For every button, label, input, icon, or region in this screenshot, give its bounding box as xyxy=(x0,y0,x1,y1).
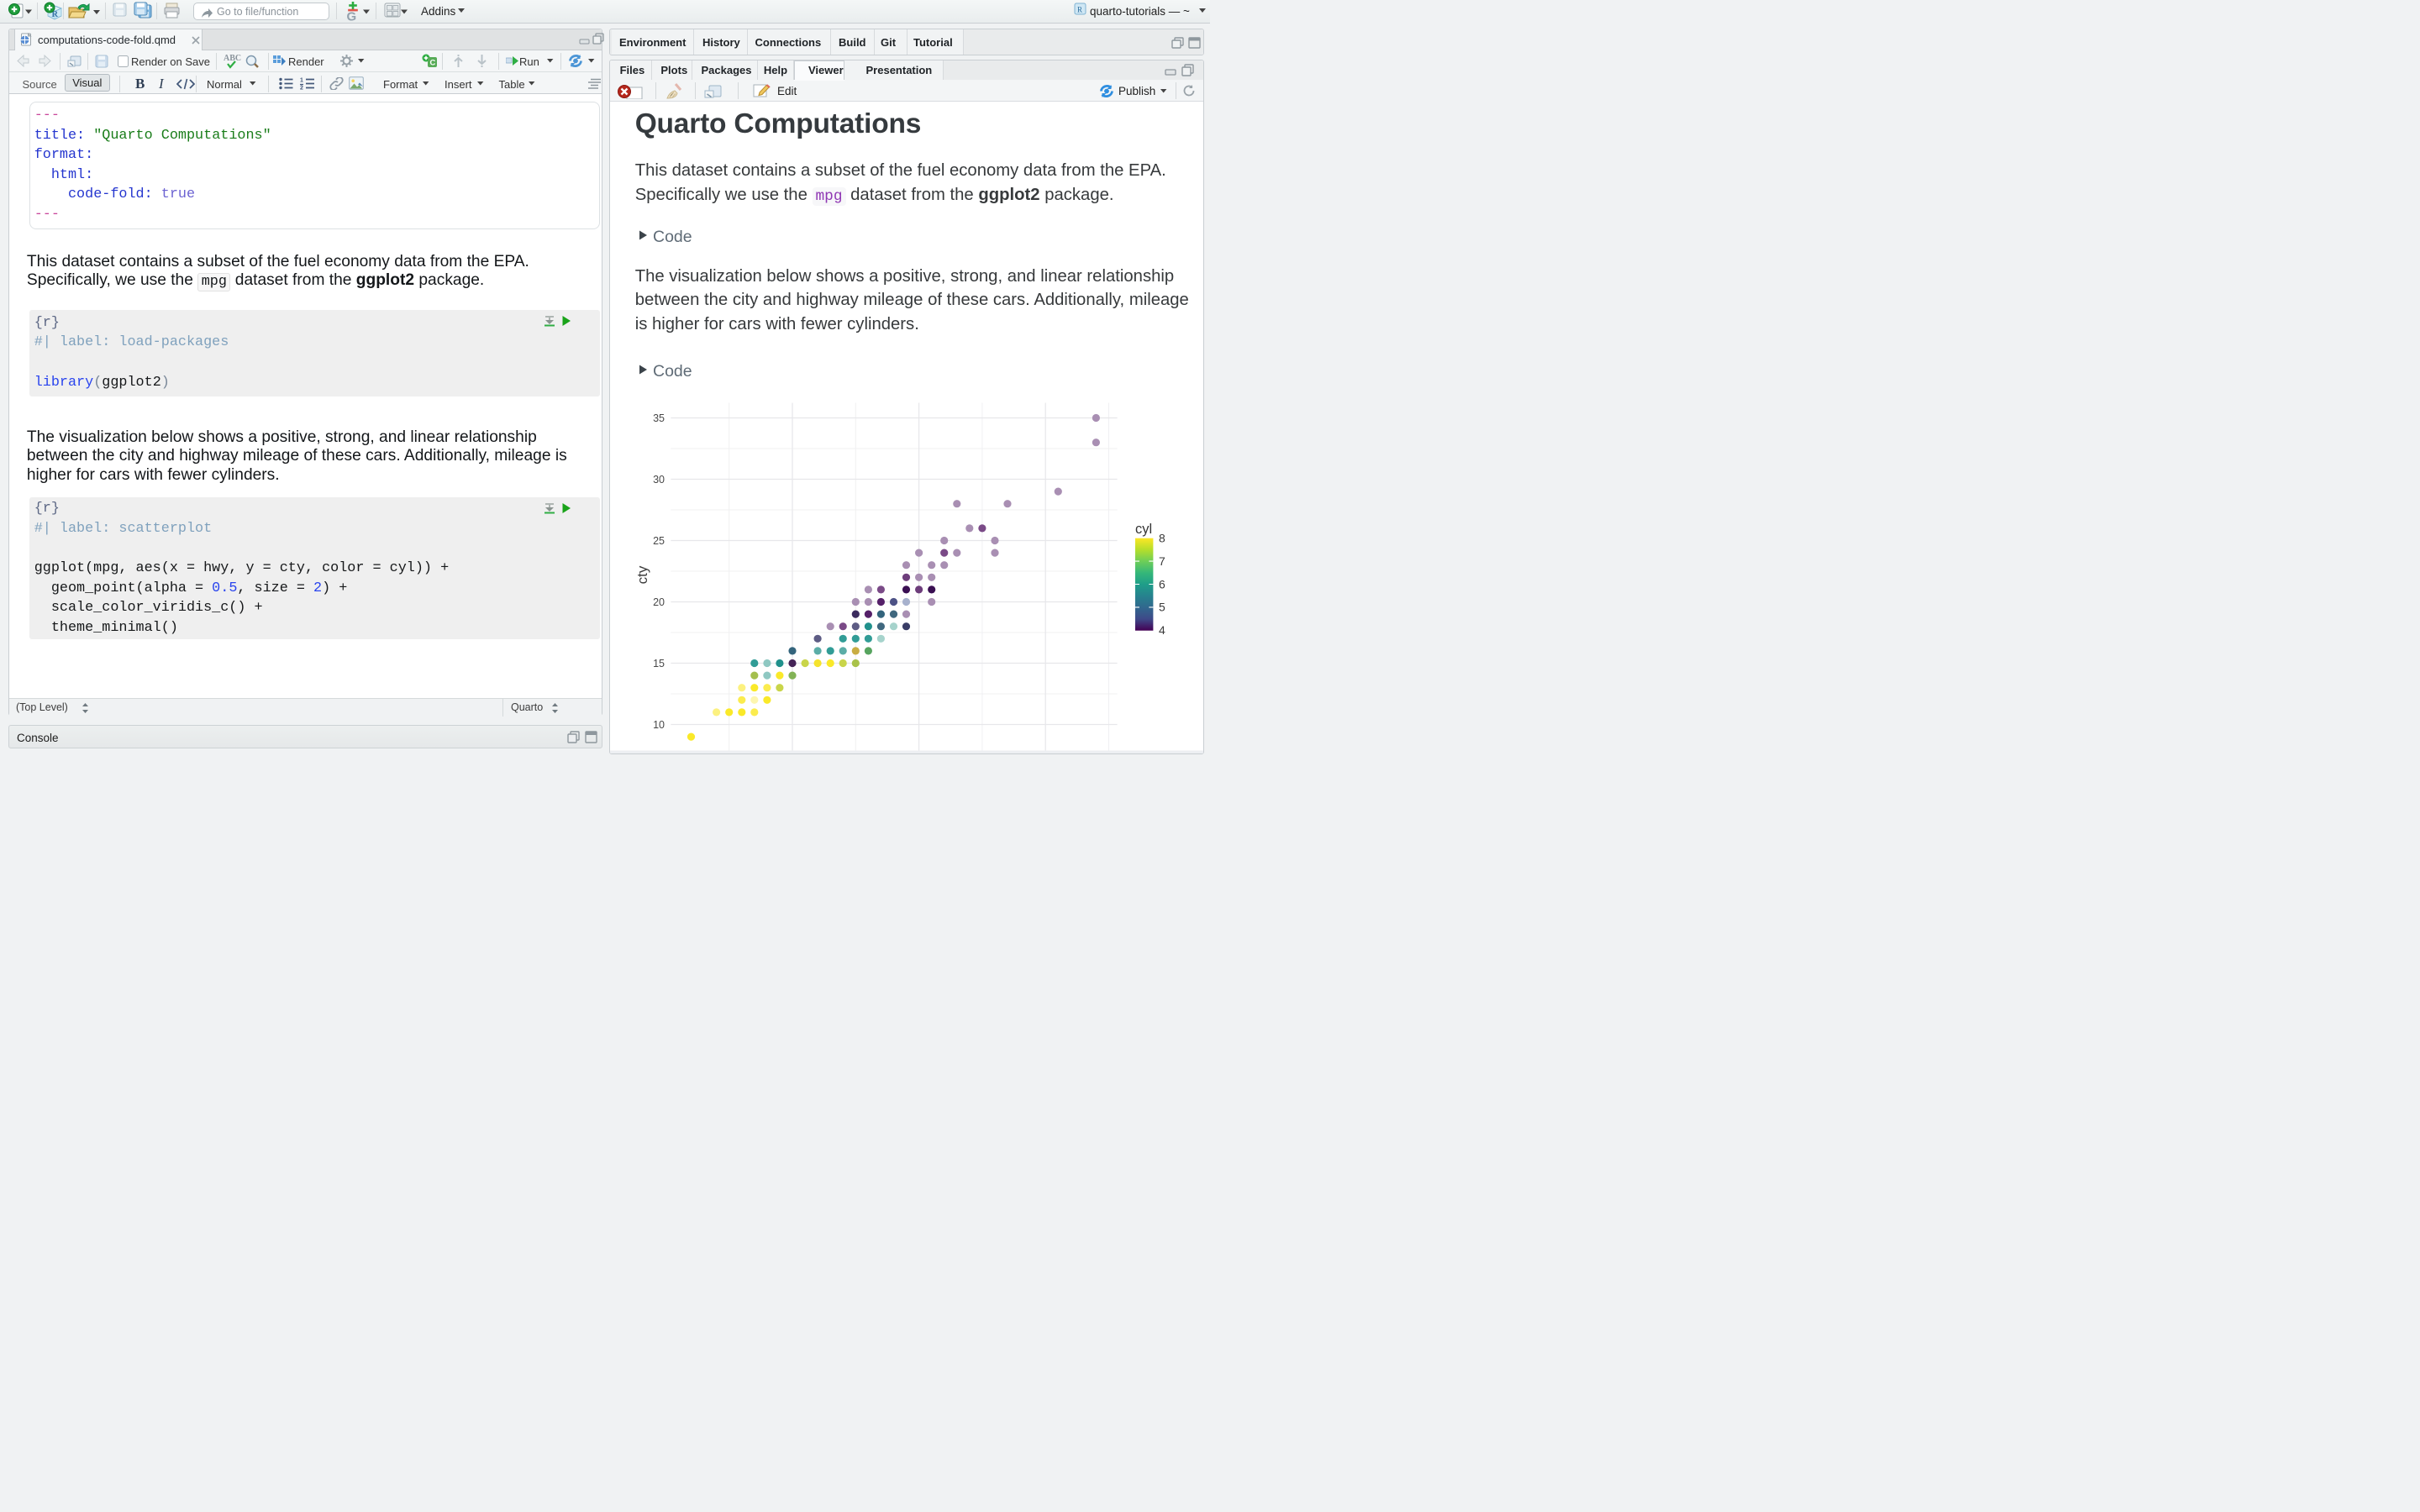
svg-text:R: R xyxy=(1077,6,1082,14)
svg-text:6: 6 xyxy=(1159,578,1165,591)
svg-text:ABC: ABC xyxy=(224,54,241,63)
svg-text:8: 8 xyxy=(1159,532,1165,545)
svg-text:35: 35 xyxy=(653,412,665,424)
svg-text:10: 10 xyxy=(653,719,665,731)
svg-text:cty: cty xyxy=(634,566,650,585)
svg-text:2: 2 xyxy=(300,85,303,90)
svg-text:20: 20 xyxy=(653,596,665,608)
svg-text:25: 25 xyxy=(653,535,665,547)
svg-text:C: C xyxy=(430,59,436,68)
svg-text:1: 1 xyxy=(300,77,303,83)
svg-text:15: 15 xyxy=(653,658,665,669)
svg-text:cyl: cyl xyxy=(1135,522,1152,537)
svg-text:4: 4 xyxy=(1159,624,1165,638)
svg-text:5: 5 xyxy=(1159,601,1165,614)
svg-text:G: G xyxy=(347,10,357,23)
svg-text:7: 7 xyxy=(1159,554,1165,568)
svg-text:30: 30 xyxy=(653,474,665,486)
